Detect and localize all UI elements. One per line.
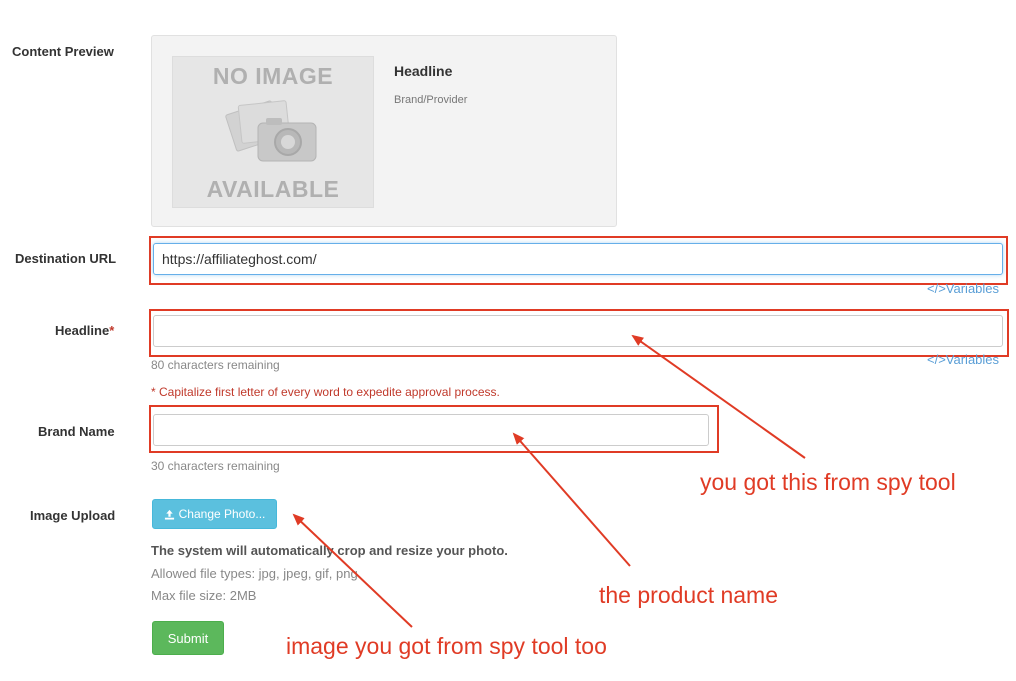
arrow-to-change-photo bbox=[292, 513, 413, 628]
arrow-to-headline bbox=[631, 334, 806, 459]
annotation-spy-tool: you got this from spy tool bbox=[700, 469, 956, 495]
annotation-image-spy: image you got from spy tool too bbox=[286, 633, 607, 659]
annotation-product-name: the product name bbox=[599, 582, 779, 608]
annotation-arrows bbox=[292, 334, 806, 628]
arrow-to-brand bbox=[512, 432, 631, 567]
